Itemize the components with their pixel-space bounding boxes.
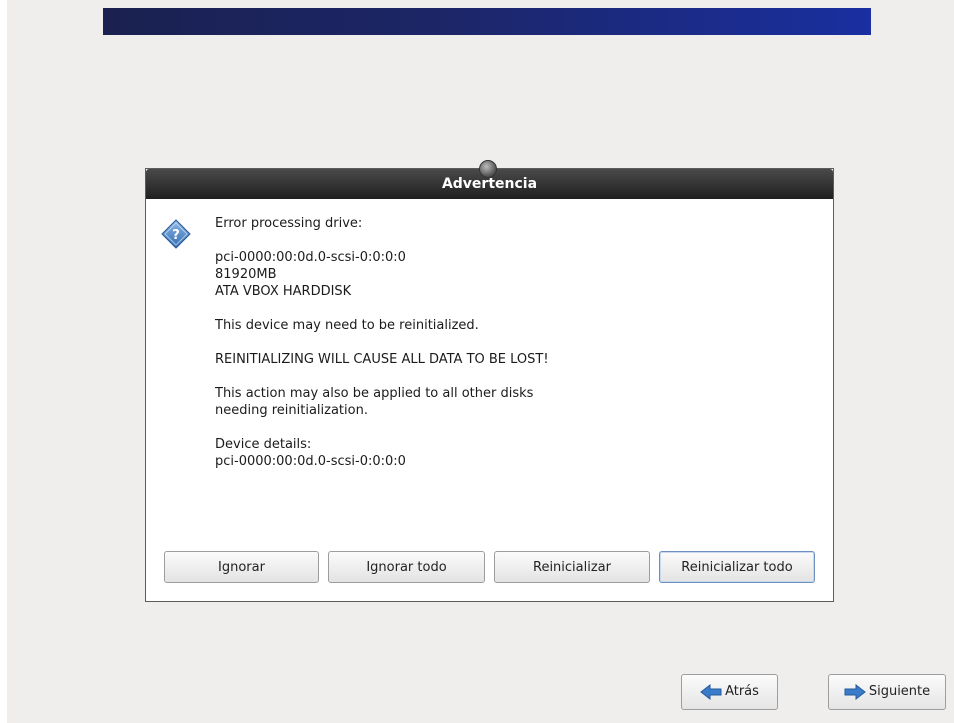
arrow-left-icon xyxy=(700,684,722,700)
drive-path: pci-0000:00:0d.0-scsi-0:0:0:0 xyxy=(215,250,406,265)
drive-model: ATA VBOX HARDDISK xyxy=(215,284,352,299)
warning-dialog: Advertencia ? Error processing drive: pc… xyxy=(145,160,834,602)
left-edge xyxy=(0,0,7,723)
error-heading: Error processing drive: xyxy=(215,216,363,231)
data-loss-warning: REINITIALIZING WILL CAUSE ALL DATA TO BE… xyxy=(215,352,549,367)
svg-text:?: ? xyxy=(172,228,180,243)
next-label: Siguiente xyxy=(868,684,931,699)
reinit-message: This device may need to be reinitialized… xyxy=(215,318,479,333)
dialog-button-row: Ignorar Ignorar todo Reinicializar Reini… xyxy=(164,551,815,583)
dialog-message: Error processing drive: pci-0000:00:0d.0… xyxy=(215,215,775,470)
header-banner xyxy=(103,8,871,35)
next-button[interactable]: Siguiente xyxy=(828,674,946,710)
ignore-button[interactable]: Ignorar xyxy=(164,551,319,583)
reinit-button[interactable]: Reinicializar xyxy=(494,551,650,583)
details-value: pci-0000:00:0d.0-scsi-0:0:0:0 xyxy=(215,454,406,469)
question-diamond-icon: ? xyxy=(161,219,191,249)
drive-size: 81920MB xyxy=(215,267,277,282)
ignore-all-button[interactable]: Ignorar todo xyxy=(328,551,485,583)
arrow-right-icon xyxy=(844,684,866,700)
window-knob-icon xyxy=(479,160,497,178)
apply-message-line2: needing reinitialization. xyxy=(215,403,368,418)
dialog-title: Advertencia xyxy=(441,176,538,192)
details-label: Device details: xyxy=(215,437,312,452)
reinit-all-button[interactable]: Reinicializar todo xyxy=(659,551,815,583)
apply-message-line1: This action may also be applied to all o… xyxy=(215,386,534,401)
back-button[interactable]: Atrás xyxy=(681,674,778,710)
back-label: Atrás xyxy=(725,684,759,699)
